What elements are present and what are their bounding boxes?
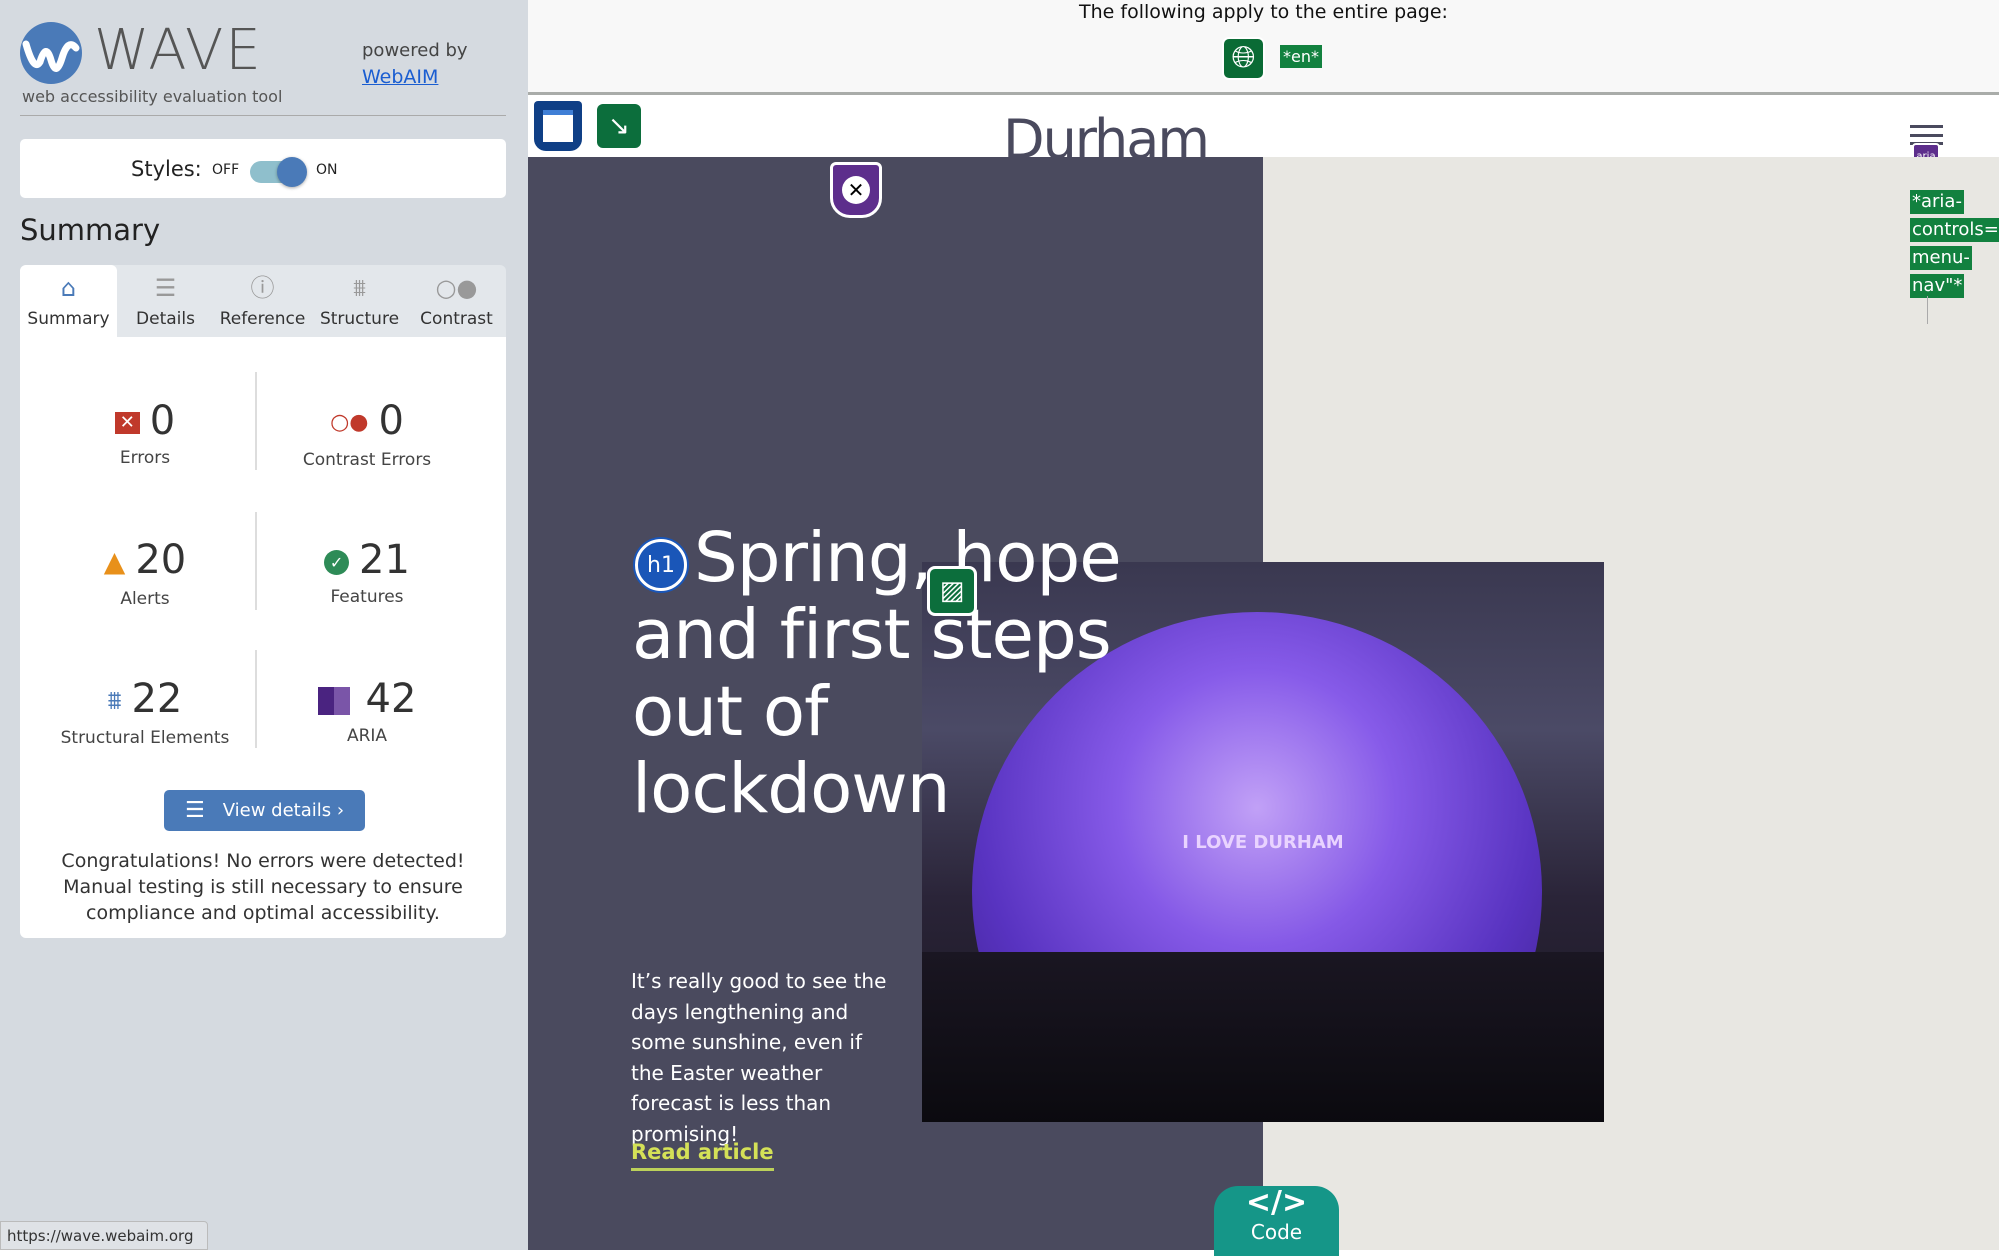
webaim-link[interactable]: WebAIM xyxy=(362,66,438,88)
aria-label-line: controls=" xyxy=(1910,218,1999,242)
tab-label: Details xyxy=(136,309,195,329)
stat-label: Errors xyxy=(119,448,171,468)
aria-label-line: menu- xyxy=(1910,246,1972,270)
styles-off-label: OFF xyxy=(212,162,240,178)
tab-summary[interactable]: ⌂ Summary xyxy=(20,265,117,337)
stat-label: Features xyxy=(330,587,404,607)
code-toggle-button[interactable]: </> Code xyxy=(1214,1186,1339,1256)
wave-logo-icon xyxy=(20,22,82,84)
summary-heading: Summary xyxy=(20,213,161,247)
stat-label: ARIA xyxy=(346,726,388,746)
stat-structural-elements[interactable]: ⩩ 22 Structural Elements xyxy=(30,676,260,748)
styles-on-label: ON xyxy=(316,162,338,178)
tab-details[interactable]: ☰ Details xyxy=(117,265,214,337)
status-bar-url: https://wave.webaim.org xyxy=(0,1221,208,1250)
aria-controls-label: *aria- controls=" menu- nav"* xyxy=(1910,190,1999,302)
crowd xyxy=(922,952,1604,1122)
divider xyxy=(1927,296,1928,324)
skip-link-icon[interactable]: ↘ xyxy=(597,104,641,148)
tab-structure[interactable]: ⩩ Structure xyxy=(311,265,408,337)
wave-title: WAVE xyxy=(94,18,263,83)
code-icon: </> xyxy=(1245,1185,1308,1220)
feature-icon: ✓ xyxy=(324,549,350,575)
info-icon: ⓘ xyxy=(250,274,275,302)
stat-value: 42 xyxy=(365,676,417,722)
hero-paragraph: It’s really good to see the days lengthe… xyxy=(631,969,887,1146)
tab-label: Summary xyxy=(27,309,110,329)
stat-label: Alerts xyxy=(120,589,170,609)
photo-sign: I LOVE DURHAM xyxy=(1182,832,1344,853)
stat-aria[interactable]: 42 ARIA xyxy=(252,676,482,746)
site-logo[interactable]: Durham xyxy=(1003,108,1208,157)
image-alt-icon[interactable]: ▨ xyxy=(927,566,977,616)
contrast-icon: ○● xyxy=(435,274,478,302)
language-badge: *en* xyxy=(1280,45,1322,68)
menu-icon[interactable] xyxy=(1910,125,1943,145)
h1-icon[interactable]: h1 xyxy=(635,539,687,591)
panel-tabs: ⌂ Summary ☰ Details ⓘ Reference ⩩ Structure … xyxy=(20,265,506,337)
language-globe-icon[interactable]: 🌐︎ xyxy=(1222,37,1265,80)
stat-value: 22 xyxy=(131,676,183,722)
congrats-message: Congratulations! No errors were detected… xyxy=(61,850,465,924)
error-icon: ✕ xyxy=(114,412,140,434)
stat-label: Contrast Errors xyxy=(302,450,432,470)
divider xyxy=(20,115,506,116)
aria-hidden-icon[interactable]: ✕ xyxy=(830,162,882,218)
stat-contrast-errors[interactable]: ○● 0 Contrast Errors xyxy=(252,398,482,470)
styles-toggle-knob[interactable] xyxy=(277,157,307,187)
read-article-link[interactable]: Read article xyxy=(631,1140,774,1171)
home-icon: ⌂ xyxy=(60,274,77,302)
tab-reference[interactable]: ⓘ Reference xyxy=(214,265,311,337)
aria-label-line: nav"* xyxy=(1910,274,1965,298)
html-language-icon[interactable] xyxy=(534,101,582,151)
tab-label: Structure xyxy=(319,309,400,329)
stat-features[interactable]: ✓ 21 Features xyxy=(252,537,482,607)
view-details-button[interactable]: ☰ View details › xyxy=(164,790,365,831)
tab-label: Contrast xyxy=(420,309,493,329)
list-icon: ☰ xyxy=(154,274,177,302)
hierarchy-icon: ⩩ xyxy=(353,274,366,302)
banner-text: The following apply to the entire page: xyxy=(1079,1,1448,23)
aria-label-line: *aria- xyxy=(1910,190,1964,214)
powered-by: powered by xyxy=(362,40,468,61)
stat-value: 0 xyxy=(378,398,404,444)
stat-label: Structural Elements xyxy=(60,728,230,748)
stat-alerts[interactable]: ▲ 20 Alerts xyxy=(30,537,260,609)
contrast-error-icon: ○● xyxy=(330,410,369,435)
list-icon: ☰ xyxy=(184,798,205,823)
stat-value: 0 xyxy=(149,398,176,444)
wave-subtitle: web accessibility evaluation tool xyxy=(22,87,283,106)
aria-icon xyxy=(317,687,350,715)
stat-value: 20 xyxy=(135,537,187,583)
structure-icon: ⩩ xyxy=(107,686,122,716)
tab-contrast[interactable]: ○● Contrast xyxy=(408,265,505,337)
view-details-label: View details › xyxy=(222,800,345,821)
tab-label: Reference xyxy=(219,309,306,329)
alert-icon: ▲ xyxy=(103,545,126,578)
hero-heading-text: Spring, hope and first steps out of lock… xyxy=(632,518,1122,829)
stat-errors[interactable]: ✕ 0 Errors xyxy=(30,398,260,468)
code-label: Code xyxy=(1250,1220,1303,1244)
site-header xyxy=(528,98,1999,157)
styles-label: Styles: xyxy=(131,157,202,181)
hero-heading[interactable]: Spring, hope and first steps out of lock… xyxy=(632,520,1132,828)
stat-value: 21 xyxy=(359,537,410,583)
